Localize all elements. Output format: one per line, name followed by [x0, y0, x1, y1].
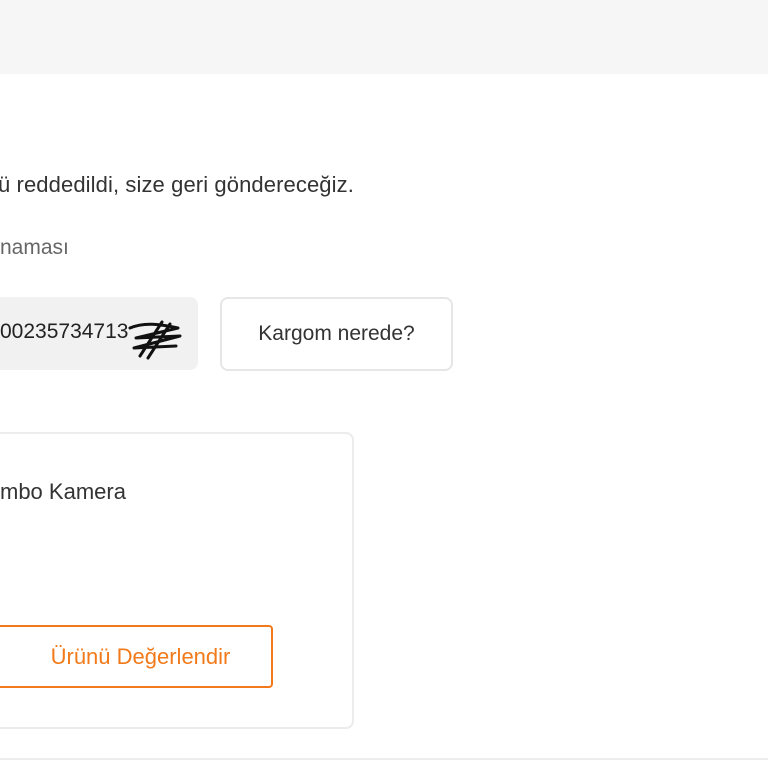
tracking-number[interactable]: 00235734713: [0, 320, 128, 344]
tracking-label: naması: [0, 236, 69, 259]
review-product-button[interactable]: Ürünü Değerlendir: [0, 625, 273, 688]
redaction-scribble: [128, 320, 182, 360]
where-is-my-cargo-button[interactable]: Kargom nerede?: [220, 297, 453, 371]
return-status-message: ü reddedildi, size geri göndereceğiz.: [0, 172, 354, 197]
top-band: [0, 0, 768, 74]
product-name[interactable]: mbo Kamera: [0, 479, 126, 505]
card-divider: [0, 758, 768, 760]
